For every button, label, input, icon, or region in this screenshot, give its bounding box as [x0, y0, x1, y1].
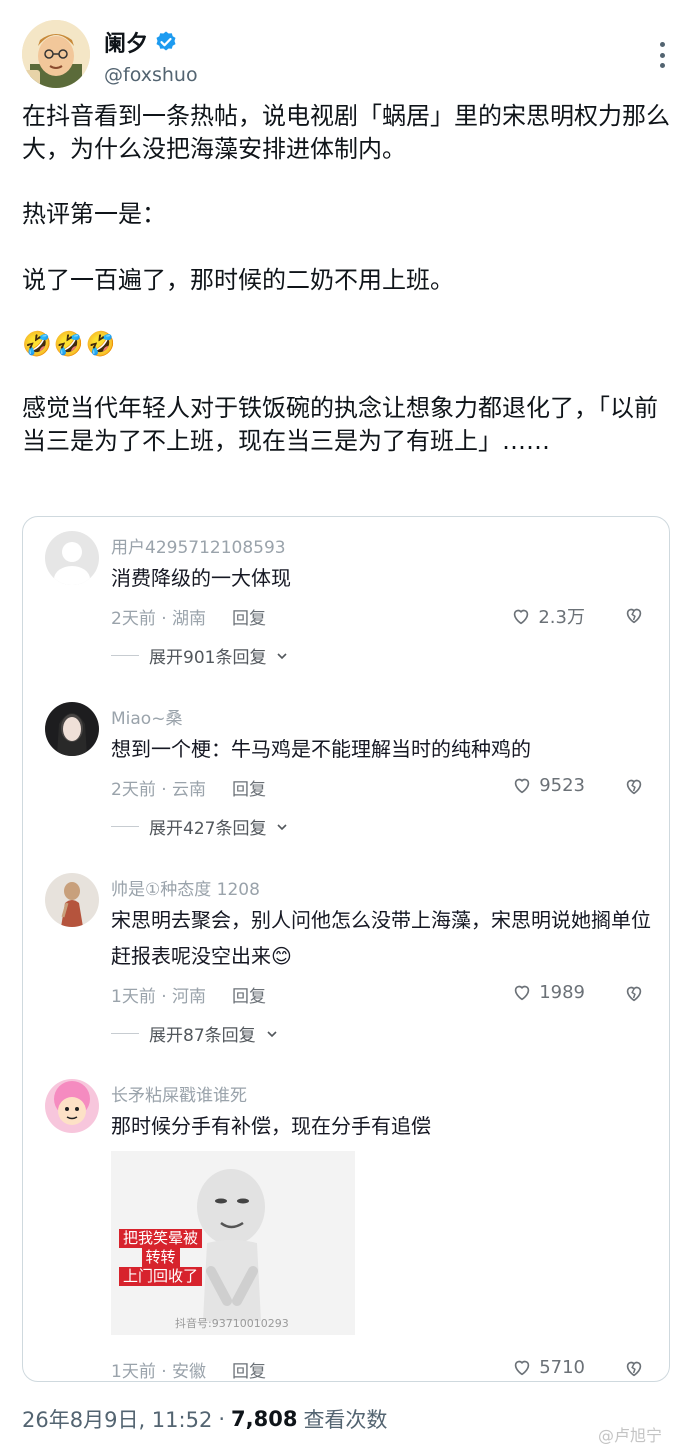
rofl-emoji: 🤣	[22, 330, 52, 358]
chevron-down-icon	[267, 1030, 277, 1037]
comment-text: 消费降级的一大体现	[111, 566, 291, 590]
comment-username[interactable]: 长矛粘屎戳谁谁死	[111, 1081, 247, 1106]
expand-replies-label: 展开87条回复	[149, 1026, 256, 1046]
comment-avatar	[45, 1079, 99, 1133]
comment-meta: 2天前 · 湖南 回复	[111, 604, 266, 629]
heart-icon	[514, 985, 530, 1001]
like-count: 2.3万	[538, 607, 585, 628]
author-handle[interactable]: @foxshuo	[104, 64, 198, 86]
heart-icon	[514, 778, 530, 794]
reply-button[interactable]: 回复	[232, 775, 266, 800]
embedded-comments-screenshot[interactable]: 用户4295712108593 消费降级的一大体现 2天前 · 湖南 回复 2.…	[22, 516, 670, 1382]
post-timestamp[interactable]: 26年8月9日, 11:52	[22, 1404, 212, 1434]
comment-text: 想到一个梗：牛马鸡是不能理解当时的纯种鸡的	[111, 737, 531, 761]
broken-heart-icon[interactable]	[623, 982, 645, 1004]
meme-caption: 把我笑晕被 转转 上门回收了	[119, 1229, 203, 1286]
meme-caption-line: 上门回收了	[119, 1267, 203, 1286]
weibo-watermark: @卢旭宁	[597, 1426, 662, 1445]
comment-time-location: 1天前 · 安徽	[111, 1362, 207, 1382]
comment-meta: 2天前 · 云南 回复	[111, 775, 266, 800]
meme-caption-line: 转转	[141, 1248, 180, 1267]
post-emoji-row: 🤣 🤣 🤣	[22, 328, 116, 361]
comment-avatar	[45, 531, 99, 585]
chevron-down-icon	[277, 652, 288, 659]
like-button[interactable]: 2.3万	[510, 603, 585, 629]
like-count: 9523	[539, 774, 585, 796]
reply-button[interactable]: 回复	[232, 1357, 266, 1381]
like-button[interactable]: 1989	[511, 981, 585, 1003]
broken-heart-icon[interactable]	[623, 1357, 645, 1379]
heart-icon	[514, 1360, 530, 1376]
comment-username[interactable]: Miao~桑	[111, 704, 182, 729]
view-count-label: 查看次数	[303, 1408, 388, 1432]
more-options-icon[interactable]	[658, 42, 666, 68]
broken-heart-icon[interactable]	[623, 775, 645, 797]
author-name-row: 阑夕	[104, 26, 178, 58]
comment-username[interactable]: 用户4295712108593	[111, 533, 286, 558]
author-name[interactable]: 阑夕	[104, 26, 148, 58]
reply-button[interactable]: 回复	[232, 982, 266, 1007]
comment-time-location: 2天前 · 湖南	[111, 609, 207, 629]
separator-dot: ·	[218, 1407, 225, 1431]
expand-replies-label: 展开901条回复	[149, 648, 267, 668]
comment-avatar	[45, 873, 99, 927]
expand-replies-label: 展开427条回复	[149, 819, 267, 839]
comment-text: 那时候分手有补偿，现在分手有追偿	[111, 1114, 431, 1138]
rofl-emoji: 🤣	[85, 330, 116, 358]
expand-replies[interactable]: 展开87条回复	[111, 1021, 278, 1046]
post-paragraph-1: 在抖音看到一条热帖，说电视剧「蜗居」里的宋思明权力那么大，为什么没把海藻安排进体…	[22, 102, 670, 163]
like-count: 5710	[539, 1356, 585, 1378]
comment-meme-image[interactable]: 把我笑晕被 转转 上门回收了 抖音号:93710010293	[111, 1151, 355, 1335]
post-header: 阑夕 @foxshuo	[22, 20, 672, 92]
comment-time-location: 2天前 · 云南	[111, 780, 207, 800]
comment-meta: 1天前 · 安徽 回复	[111, 1357, 266, 1382]
expand-replies[interactable]: 展开901条回复	[111, 643, 288, 668]
chevron-down-icon	[277, 823, 288, 830]
heart-icon	[514, 609, 529, 625]
verified-badge-icon	[156, 31, 176, 51]
reply-button[interactable]: 回复	[232, 604, 266, 629]
meme-watermark: 抖音号:93710010293	[175, 1317, 289, 1330]
like-button[interactable]: 9523	[511, 774, 585, 796]
comment-meta: 1天前 · 河南 回复	[111, 982, 266, 1007]
post-paragraph-5: 感觉当代年轻人对于铁饭碗的执念让想象力都退化了，「以前当三是为了不上班，现在当三…	[22, 394, 658, 455]
view-count: 7,808	[231, 1407, 298, 1431]
comment-avatar	[45, 702, 99, 756]
like-button[interactable]: 5710	[511, 1356, 585, 1378]
comment-text: 宋思明去聚会，别人问他怎么没带上海藻，宋思明说她搁单位赶报表呢没空出来😊	[111, 908, 651, 968]
post-paragraph-2: 热评第一是：	[22, 200, 166, 228]
post-footer: 26年8月9日, 11:52 · 7,808 查看次数	[22, 1404, 387, 1434]
broken-heart-icon[interactable]	[623, 604, 645, 626]
comment-time-location: 1天前 · 河南	[111, 987, 207, 1007]
comment-username[interactable]: 帅是①种态度 1208	[111, 875, 260, 900]
expand-replies[interactable]: 展开427条回复	[111, 814, 288, 839]
rofl-emoji: 🤣	[53, 330, 84, 358]
meme-caption-line: 把我笑晕被	[119, 1229, 203, 1248]
author-avatar[interactable]	[22, 20, 90, 88]
like-count: 1989	[539, 981, 585, 1003]
post-paragraph-3: 说了一百遍了，那时候的二奶不用上班。	[22, 266, 454, 294]
